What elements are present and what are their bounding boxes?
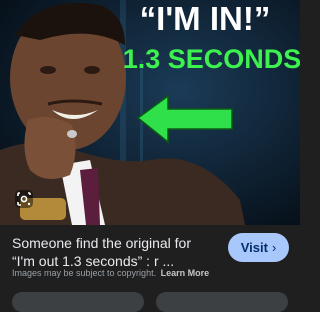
result-caption[interactable]: Someone find the original for “I'm out 1… [12, 234, 217, 270]
action-button-left[interactable] [12, 292, 144, 312]
action-button-right[interactable] [156, 292, 288, 312]
visit-button[interactable]: Visit › [228, 233, 289, 262]
eye [40, 66, 56, 74]
headline-quote: “I'M IN!” [140, 0, 271, 37]
eye [84, 66, 100, 74]
learn-more-link[interactable]: Learn More [161, 268, 210, 278]
ring [67, 130, 77, 138]
disclaimer-text: Images may be subject to copyright. [12, 268, 157, 278]
copyright-disclaimer: Images may be subject to copyright. Lear… [12, 268, 209, 278]
hand [24, 116, 76, 179]
visit-button-label: Visit [240, 240, 268, 255]
result-image[interactable]: “I'M IN!” 1.3 SECONDS [0, 0, 300, 225]
google-lens-icon[interactable] [14, 189, 34, 209]
headline-sub: 1.3 SECONDS [123, 44, 300, 74]
chevron-right-icon: › [271, 240, 277, 255]
